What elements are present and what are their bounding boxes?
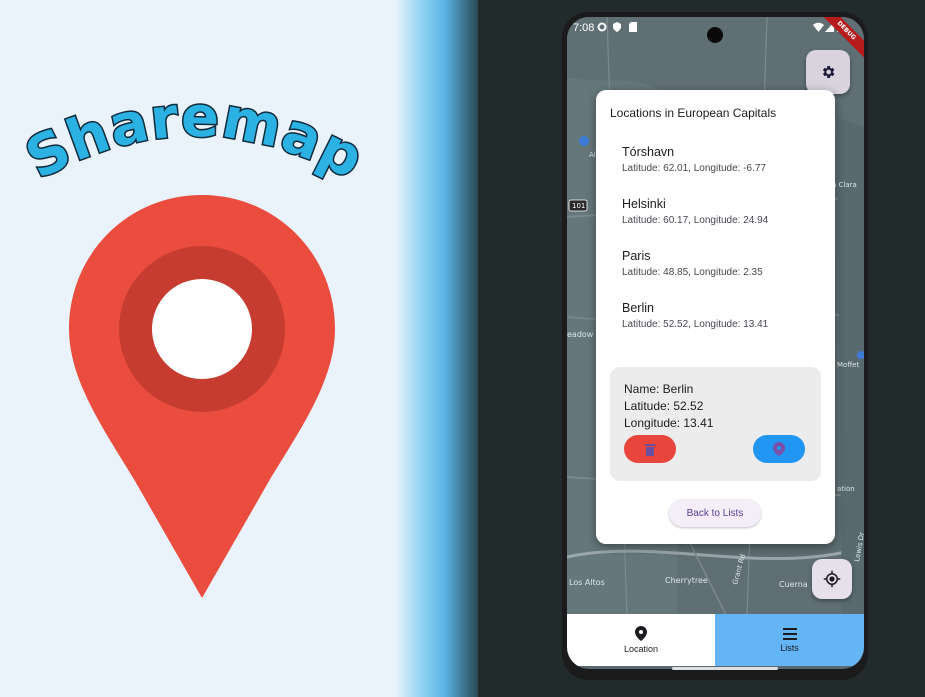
map-label-cherrytree: Cherrytree bbox=[665, 576, 708, 585]
location-name: Helsinki bbox=[622, 197, 666, 211]
phone-frame: Alto Airp a Clara 101 eadow Moffet ation… bbox=[562, 12, 868, 680]
svg-text:Sharemap: Sharemap bbox=[20, 95, 370, 192]
app-title: Sharemap bbox=[20, 95, 370, 194]
show-on-map-button[interactable] bbox=[753, 435, 805, 463]
map-label-station: ation bbox=[837, 485, 855, 493]
map-label-meadow: eadow bbox=[567, 330, 594, 339]
sim-card-icon bbox=[629, 22, 637, 32]
locations-dialog: Locations in European Capitals Tórshavn … bbox=[596, 90, 835, 544]
map-label-highway: 101 bbox=[572, 202, 585, 210]
back-to-lists-button[interactable]: Back to Lists bbox=[669, 499, 761, 527]
nav-item-location[interactable]: Location bbox=[567, 614, 715, 666]
location-list-item[interactable]: Berlin Latitude: 52.52, Longitude: 13.41 bbox=[622, 301, 768, 330]
map-label-santa-clara: a Clara bbox=[832, 181, 857, 189]
front-camera bbox=[707, 27, 723, 43]
trash-icon bbox=[645, 443, 655, 456]
menu-icon bbox=[782, 627, 797, 640]
location-coordinates: Latitude: 48.85, Longitude: 2.35 bbox=[622, 267, 763, 278]
my-location-button[interactable] bbox=[812, 559, 852, 599]
app-title-text: Sharemap bbox=[20, 95, 370, 194]
map-label-los-altos: Los Altos bbox=[569, 578, 605, 587]
location-pin-icon bbox=[635, 626, 647, 641]
wifi-icon bbox=[813, 22, 824, 32]
location-coordinates: Latitude: 60.17, Longitude: 24.94 bbox=[622, 215, 769, 226]
status-time: 7:08 bbox=[573, 22, 595, 34]
detail-longitude: Longitude: 13.41 bbox=[624, 416, 714, 430]
phone-screen: Alto Airp a Clara 101 eadow Moffet ation… bbox=[567, 17, 864, 669]
location-list-item[interactable]: Helsinki Latitude: 60.17, Longitude: 24.… bbox=[622, 197, 768, 226]
settings-button[interactable] bbox=[806, 50, 850, 94]
nav-label-lists: Lists bbox=[780, 642, 799, 653]
airport-icon bbox=[579, 136, 589, 146]
location-list-item[interactable]: Paris Latitude: 48.85, Longitude: 2.35 bbox=[622, 249, 763, 278]
map-label-moffet: Moffet bbox=[837, 361, 859, 369]
location-coordinates: Latitude: 52.52, Longitude: 13.41 bbox=[622, 319, 769, 330]
location-name: Berlin bbox=[622, 301, 654, 315]
gear-icon bbox=[822, 66, 835, 78]
shield-status-icon bbox=[613, 22, 621, 32]
location-name: Paris bbox=[622, 249, 651, 263]
delete-location-button[interactable] bbox=[624, 435, 676, 463]
location-pin-logo-icon bbox=[69, 195, 335, 598]
detail-latitude: Latitude: 52.52 bbox=[624, 399, 704, 413]
my-location-icon bbox=[823, 570, 841, 588]
home-indicator[interactable] bbox=[672, 667, 778, 670]
map-label-cuerna: Cuerna bbox=[779, 580, 808, 589]
divider-glow bbox=[395, 0, 485, 697]
gear-status-icon bbox=[597, 22, 607, 32]
nav-item-lists[interactable]: Lists bbox=[715, 614, 864, 666]
location-pin-icon bbox=[773, 442, 785, 456]
location-list-item[interactable]: Tórshavn Latitude: 62.01, Longitude: -6.… bbox=[622, 145, 766, 174]
dialog-title: Locations in European Capitals bbox=[610, 106, 777, 120]
location-detail-card: Name: Berlin Latitude: 52.52 Longitude: … bbox=[610, 367, 821, 481]
nav-label-location: Location bbox=[623, 644, 659, 654]
location-coordinates: Latitude: 62.01, Longitude: -6.77 bbox=[622, 163, 767, 174]
bottom-navigation: Location Lists bbox=[567, 614, 864, 666]
location-name: Tórshavn bbox=[622, 145, 675, 159]
detail-name: Name: Berlin bbox=[624, 382, 694, 396]
